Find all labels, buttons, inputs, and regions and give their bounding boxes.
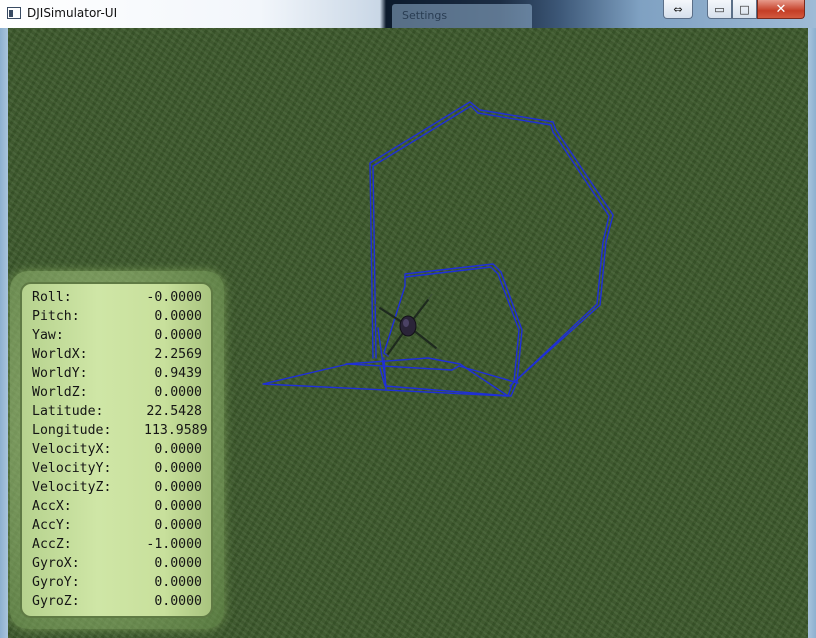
telemetry-label: Yaw: [32,328,64,343]
telemetry-value: 0.0000 [154,309,202,324]
telemetry-row: WorldY: 0.9439 [32,366,211,385]
telemetry-label: GyroX: [32,556,80,571]
telemetry-row: GyroZ: 0.0000 [32,594,211,613]
close-button[interactable]: ✕ [757,0,805,19]
telemetry-label: VelocityY: [32,461,112,476]
background-window-title: Settings [402,9,448,22]
title-bar[interactable]: DJISimulator-UI Settings ⇔ ▭ □ ✕ [0,0,816,28]
telemetry-value: 0.0000 [154,575,202,590]
telemetry-label: AccZ: [32,537,72,552]
telemetry-label: WorldY: [32,366,88,381]
flight-path [262,101,614,397]
minimize-button[interactable]: ▭ [707,0,732,19]
telemetry-label: AccY: [32,518,72,533]
telemetry-row: VelocityY: 0.0000 [32,461,211,480]
telemetry-label: GyroY: [32,575,80,590]
telemetry-row: Longitude: 113.9589 [32,423,211,442]
telemetry-value: 0.0000 [154,461,202,476]
telemetry-label: WorldX: [32,347,88,362]
telemetry-value: 113.9589 [144,423,208,438]
telemetry-row: Pitch: 0.0000 [32,309,211,328]
telemetry-row: AccZ: -1.0000 [32,537,211,556]
telemetry-value: 2.2569 [154,347,202,362]
telemetry-label: VelocityZ: [32,480,112,495]
flight-path-outer-loop-offset [372,105,610,387]
telemetry-row: WorldX: 2.2569 [32,347,211,366]
telemetry-row: Roll: -0.0000 [32,290,211,309]
telemetry-value: 0.0000 [154,499,202,514]
move-icon[interactable]: ⇔ [663,0,693,19]
telemetry-label: WorldZ: [32,385,88,400]
telemetry-label: Pitch: [32,309,80,324]
telemetry-row: GyroX: 0.0000 [32,556,211,575]
telemetry-label: Roll: [32,290,72,305]
simulation-viewport[interactable]: Roll: -0.0000 Pitch: 0.0000 Yaw: 0.0000 WorldX… [8,28,808,638]
simulator-window: DJISimulator-UI Settings ⇔ ▭ □ ✕ Roll: -… [0,0,816,638]
background-window-tab[interactable]: Settings [392,4,532,28]
app-window-icon [7,7,21,19]
telemetry-row: AccY: 0.0000 [32,518,211,537]
telemetry-value: 0.0000 [154,328,202,343]
telemetry-value: -0.0000 [146,290,202,305]
telemetry-label: Latitude: [32,404,104,419]
telemetry-value: 0.0000 [154,385,202,400]
telemetry-row: Yaw: 0.0000 [32,328,211,347]
telemetry-row: VelocityZ: 0.0000 [32,480,211,499]
window-frame-right[interactable] [808,28,816,638]
telemetry-value: 0.0000 [154,442,202,457]
telemetry-row: WorldZ: 0.0000 [32,385,211,404]
window-title: DJISimulator-UI [27,6,118,20]
telemetry-value: -1.0000 [146,537,202,552]
flight-path-outer-loop [262,101,614,397]
telemetry-label: GyroZ: [32,594,80,609]
telemetry-row: VelocityX: 0.0000 [32,442,211,461]
telemetry-label: AccX: [32,499,72,514]
telemetry-value: 0.0000 [154,480,202,495]
telemetry-label: VelocityX: [32,442,112,457]
telemetry-value: 22.5428 [146,404,202,419]
maximize-button[interactable]: □ [732,0,757,19]
telemetry-value: 0.9439 [154,366,202,381]
flight-path-ground-track [345,357,509,397]
telemetry-value: 0.0000 [154,594,202,609]
telemetry-row: Latitude: 22.5428 [32,404,211,423]
telemetry-row: AccX: 0.0000 [32,499,211,518]
telemetry-label: Longitude: [32,423,112,438]
telemetry-value: 0.0000 [154,556,202,571]
telemetry-panel: Roll: -0.0000 Pitch: 0.0000 Yaw: 0.0000 WorldX… [20,282,213,618]
window-frame-left[interactable] [0,28,8,638]
telemetry-value: 0.0000 [154,518,202,533]
telemetry-row: GyroY: 0.0000 [32,575,211,594]
